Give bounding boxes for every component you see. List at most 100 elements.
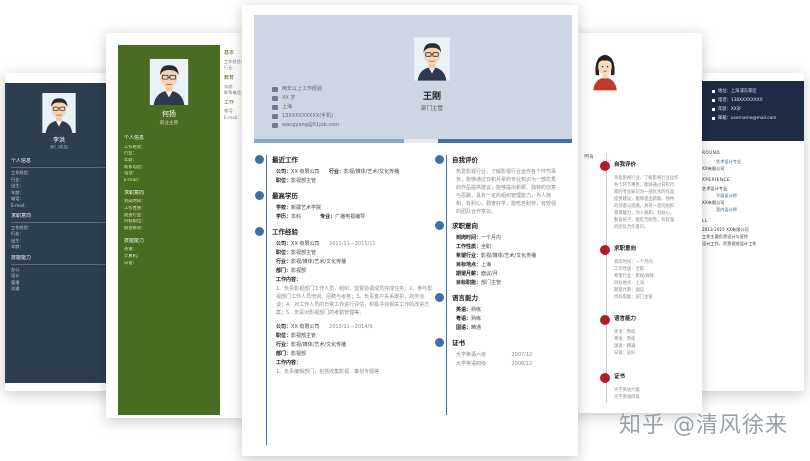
info-row: 行业：影视/媒体/艺术/文化传播 xyxy=(276,342,347,349)
info-row: 大学英语四级 2006/12 xyxy=(456,361,533,368)
resume-card-red[interactable]: 何青 自我评价 热爱影视行业，了解影视行业运作 各个环节事务，能够通过日积月 累… xyxy=(574,33,702,413)
section-heading: ROUND xyxy=(702,150,721,155)
section-title: 工作经验 xyxy=(255,227,434,237)
text-line: 热爱影视行业，了解影视行业运作 xyxy=(614,176,679,181)
resume-card-main[interactable]: 两年以上工作经验 XX 岁 上海 13XXXXXXXXX(手机) wangyan… xyxy=(242,5,578,456)
info-row: 联系电话： xyxy=(124,164,146,170)
section-title: 证书 xyxy=(435,338,570,348)
text-line: 大学英语四级 xyxy=(614,395,640,400)
person-name: 李洪 xyxy=(52,137,65,144)
text-line: 累的专业知识为一部优秀的作品 xyxy=(614,190,675,195)
info-row: 行业：影视/媒体/艺术/文化传播 xyxy=(276,259,347,266)
intent-row: 到岗时间： xyxy=(124,199,146,205)
avatar xyxy=(414,37,450,81)
info-row: 英语：熟练 xyxy=(456,307,482,314)
text-line: 大学英语六级 xyxy=(614,388,640,393)
text-line: 希望行业：影视/媒体 xyxy=(614,274,655,279)
info-row: 部门：影视部 xyxy=(276,351,307,358)
language-block: 英语：熟练 粤语：熟练 国语：精通 日语：良好 xyxy=(614,329,694,357)
sidebar-dark: 李洪 部门总监 个人信息 工作经验： 行业： 出生： 年龄： 电话： E-mai… xyxy=(5,83,113,383)
link-text: 室内设计师 xyxy=(716,207,737,212)
link-text: 平面设计师 xyxy=(716,193,737,198)
info-row: 学校：新疆艺术学院 xyxy=(276,205,322,212)
text-line: 设计工作，负责视觉设计工作 xyxy=(702,241,757,246)
text-line: 目标地点：上海 xyxy=(614,281,645,286)
resume-header: 两年以上工作经验 XX 岁 上海 13XXXXXXXXX(手机) wangyan… xyxy=(254,15,572,139)
info-row: 工作性质：全职 xyxy=(456,244,492,251)
dot-icon xyxy=(600,373,610,383)
info-row: E-mail： xyxy=(11,202,29,208)
phone-line: 13XXXXXXXXX(手机) xyxy=(272,112,392,121)
section-title: 个人信息 xyxy=(11,158,107,169)
text-line: 2013-2015 XX有限公司 xyxy=(702,227,749,232)
info-row: 学历：本科 专业：广播电视编导 xyxy=(276,214,366,221)
info-row: 部门：影视部 xyxy=(276,268,307,275)
left-column: 最近工作 公司：XX 有限公司 行业：影视/媒体/艺术/文化传播 职位：影视部主… xyxy=(255,153,434,376)
text-line: XX有限公司 xyxy=(702,166,725,171)
text-line: 的创意与思路，具有一定的组织 xyxy=(614,204,675,209)
job-description: 1、负责影视部门工作人员，组织、监督协调成员完成任务；2、参与影视部门工作人员培… xyxy=(276,286,433,317)
info-row: 到岗时间：一个月内 xyxy=(456,235,502,242)
intent-row: 目标职位： xyxy=(124,219,146,225)
info-row: 公司：XX 有限公司 2011/11—2015/11 xyxy=(276,241,376,248)
text-line: 的团队合作意识。 xyxy=(614,225,649,230)
graduation-cap-icon xyxy=(255,191,264,201)
info-row: 行业： xyxy=(124,151,137,157)
text-line: 勤奋好学，能吃苦耐劳，有较强 xyxy=(614,218,675,223)
section-title: 个人信息 xyxy=(124,134,145,141)
resume-card-navy[interactable]: 地址：上海浦东新区 电话：138XXXXXXXX 年龄：XX岁 邮箱：usern… xyxy=(698,73,804,391)
info-row: 职位：影视部主管 xyxy=(276,333,317,340)
text-line: 各个环节事务，能够通过日积月 xyxy=(614,183,675,188)
certificate-icon xyxy=(435,338,444,348)
contact-line: 地址：上海浦东新区 xyxy=(712,87,798,96)
header-info: 两年以上工作经验 XX 岁 上海 13XXXXXXXXX(手机) wangyan… xyxy=(272,85,392,130)
info-row: 目标地点：上海 xyxy=(456,262,492,269)
resume-card-green[interactable]: 何扬 职业主管 个人信息 工作经验： 行业： 年龄： 联系电话： 电话： E-m… xyxy=(106,33,246,418)
intent-row: 工作性质： xyxy=(124,206,146,212)
target-icon xyxy=(435,221,444,231)
contact-line: 电话：138XXXXXXXX xyxy=(712,96,798,105)
text-line: 提供建议，能够提出新颖、独特 xyxy=(614,197,675,202)
info-row: 粤语：熟练 xyxy=(456,316,482,323)
info-row: 职位：影视部主管 xyxy=(276,178,317,185)
dot-icon xyxy=(600,245,610,255)
location-line: 上海 xyxy=(272,103,392,112)
skill-row: 英语： xyxy=(124,247,137,253)
resume-card-dark[interactable]: 李洪 部门总监 个人信息 工作经验： 行业： 出生： 年龄： 电话： E-mai… xyxy=(5,73,117,391)
text-line: 工作主要负责设计与宣传 xyxy=(702,234,749,239)
section-title: 最高学历 xyxy=(255,191,434,201)
skill-row: 计算机： xyxy=(124,254,142,260)
contact-header: 地址：上海浦东新区 电话：138XXXXXXXX 年龄：XX岁 邮箱：usern… xyxy=(698,81,804,141)
section-title: 技能能力 xyxy=(11,255,107,265)
text-line: XX有限公司 xyxy=(702,200,725,205)
briefcase-icon xyxy=(255,227,264,237)
section-title: 求职意向 xyxy=(600,245,636,255)
info-row: 工作内容： xyxy=(276,277,302,284)
info-row: 大学英语六级 2007/12 xyxy=(456,352,533,359)
section-title: 自我评价 xyxy=(435,155,570,165)
info-row: 职位：影视部主管 xyxy=(276,250,317,257)
dot-icon xyxy=(600,161,610,171)
person-name: 何青 xyxy=(584,154,595,160)
person-title: 部门总监 xyxy=(50,145,68,151)
info-row: 电话： xyxy=(124,171,137,177)
info-row: E-mail： xyxy=(124,177,142,183)
navy-card-body: ROUND 艺术设计专业 XX有限公司 XPERIENCE 艺术设计专业 平面设… xyxy=(702,145,802,247)
person-name: 王刚 xyxy=(422,92,441,102)
text-line: 到岗时间：一个月内 xyxy=(614,260,653,265)
text-line: 艺术设计专业 xyxy=(702,186,728,191)
info-row: 年龄： xyxy=(11,244,24,250)
info-row: 公司：XX 有限公司 行业：影视/媒体/艺术/文化传播 xyxy=(276,169,400,176)
section-title: 求职意向 xyxy=(11,213,107,223)
text-line: 国语：精通 xyxy=(614,344,636,349)
info-row: 年龄： xyxy=(124,158,137,164)
section-title: 求职意向 xyxy=(124,189,145,196)
text-line: 目标职能：部门主管 xyxy=(614,295,653,300)
job-description: 1、负责编辑部门，包括收集影视、策划专题等 xyxy=(276,369,380,376)
person-title: 部门主管 xyxy=(420,106,443,112)
skill-row: 日语： xyxy=(124,260,137,266)
section-title: 求职意向 xyxy=(435,221,570,231)
intent-row: 期望行业： xyxy=(124,212,146,218)
text-line: 日语：良好 xyxy=(614,351,636,356)
info-row: 工作经验： xyxy=(124,144,146,150)
